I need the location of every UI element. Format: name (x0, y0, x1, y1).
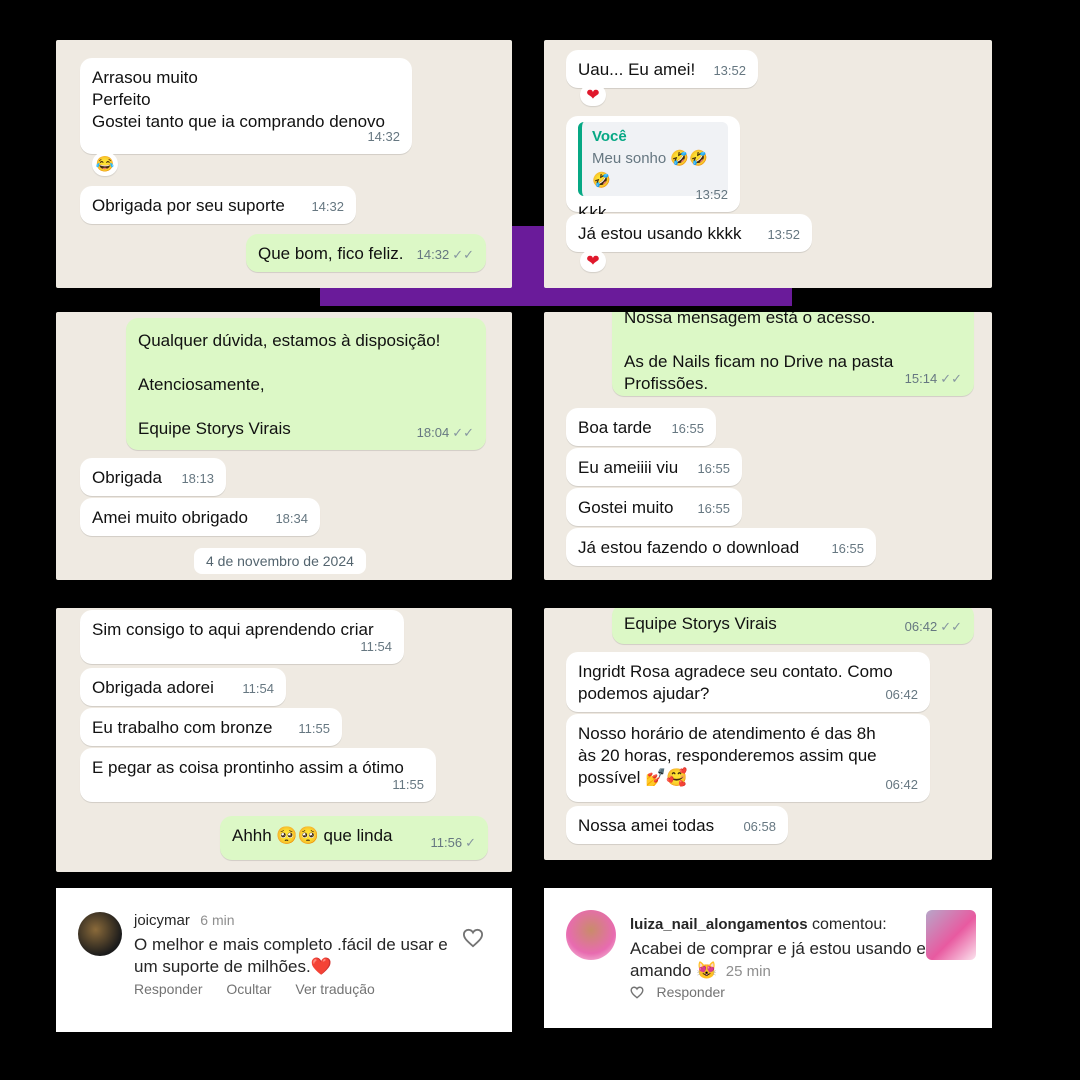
comment-time: 6 min (200, 912, 235, 928)
avatar[interactable] (78, 912, 122, 956)
message-time: 13:52 (767, 227, 800, 242)
double-check-icon: ✓✓ (940, 371, 962, 386)
message-time: 16:55 (831, 541, 864, 556)
double-check-icon: ✓✓ (452, 247, 474, 262)
chat-message: Gostei muito 16:55 (566, 488, 742, 526)
comment-actions: Responder (630, 984, 725, 1002)
comment-actions: Responder Ocultar Ver tradução (134, 981, 395, 997)
chat-message: Já estou fazendo o download 16:55 (566, 528, 876, 566)
chat-panel-2: Uau... Eu amei! 13:52 ❤ Você Meu sonho 🤣… (544, 40, 992, 288)
chat-message: Boa tarde 16:55 (566, 408, 716, 446)
chat-message: Você Meu sonho 🤣🤣🤣 Kkk 13:52 (566, 116, 740, 222)
chat-message: Nosso horário de atendimento é das 8h às… (566, 714, 930, 802)
message-time: 06:42 (885, 777, 918, 792)
chat-message: Arrasou muito Perfeito Gostei tanto que … (80, 58, 412, 154)
comment-verb: comentou: (812, 916, 887, 933)
comment-card-1: joicymar 6 min O melhor e mais completo … (56, 888, 512, 1032)
message-time: 14:32 (311, 199, 344, 214)
message-time: 15:14 (904, 371, 938, 386)
laugh-reaction-icon: 😂 (92, 152, 118, 176)
chat-panel-6: Equipe Storys Virais 06:42 ✓✓ Ingridt Ros… (544, 608, 992, 860)
chat-panel-3: Qualquer dúvida, estamos à disposição! A… (56, 312, 512, 580)
message-time: 06:42 (904, 619, 938, 634)
avatar[interactable] (566, 910, 616, 960)
comment-text: O melhor e mais completo .fácil de usar … (134, 935, 448, 976)
chat-panel-5: Sim consigo to aqui aprendendo criar 11:… (56, 608, 512, 872)
message-time: 11:56 (430, 835, 463, 850)
check-icon: ✓ (465, 835, 476, 850)
message-text: Arrasou muito Perfeito Gostei tanto que … (92, 68, 385, 131)
hide-link[interactable]: Ocultar (226, 981, 271, 997)
reply-link[interactable]: Responder (134, 981, 203, 997)
chat-message: Obrigada por seu suporte 14:32 (80, 186, 356, 224)
chat-message: Que bom, fico feliz. 14:32 ✓✓ (246, 234, 486, 272)
comment-text: Acabei de comprar e já estou usando e am… (630, 939, 926, 980)
comment-time: 25 min (725, 963, 771, 980)
message-text: E pegar as coisa prontinho assim a ótimo (92, 758, 404, 777)
chat-message: Sim consigo to aqui aprendendo criar 11:… (80, 610, 404, 664)
chat-message: Nossa mensagem está o acesso. As de Nail… (612, 312, 974, 396)
chat-panel-4: Nossa mensagem está o acesso. As de Nail… (544, 312, 992, 580)
chat-message: Ingridt Rosa agradece seu contato. Como … (566, 652, 930, 712)
chat-message: Obrigada adorei 11:54 (80, 668, 286, 706)
comment-username[interactable]: joicymar (134, 912, 190, 929)
message-time: 11:55 (392, 777, 424, 792)
message-text: Sim consigo to aqui aprendendo criar (92, 620, 374, 639)
chat-message: Eu ameiiii viu 16:55 (566, 448, 742, 486)
see-translation-link[interactable]: Ver tradução (295, 981, 374, 997)
message-time: 16:55 (697, 461, 730, 476)
message-time: 14:32 (367, 129, 400, 144)
date-separator: 4 de novembro de 2024 (194, 548, 366, 574)
comment-card-2: luiza_nail_alongamentos comentou: Acabei… (544, 888, 992, 1028)
message-time: 06:42 (885, 687, 918, 702)
chat-message: Equipe Storys Virais 06:42 ✓✓ (612, 608, 974, 644)
comment-username[interactable]: luiza_nail_alongamentos (630, 916, 808, 933)
message-time: 18:04 (416, 425, 450, 440)
chat-message: Qualquer dúvida, estamos à disposição! A… (126, 318, 486, 450)
chat-message: Ahhh 🥺🥺 que linda 11:56 ✓ (220, 816, 488, 860)
message-time: 18:34 (275, 511, 308, 526)
heart-like-icon[interactable] (630, 986, 644, 999)
double-check-icon: ✓✓ (452, 425, 474, 440)
message-time: 13:52 (713, 63, 746, 78)
chat-panel-1: Arrasou muito Perfeito Gostei tanto que … (56, 40, 512, 288)
chat-message: Nossa amei todas 06:58 (566, 806, 788, 844)
reply-link[interactable]: Responder (656, 984, 725, 1000)
heart-like-icon[interactable] (462, 928, 484, 948)
message-time: 13:52 (695, 187, 728, 202)
message-text: Nosso horário de atendimento é das 8h às… (578, 724, 877, 787)
message-text: Já estou fazendo o download (578, 538, 800, 557)
message-time: 06:58 (743, 819, 776, 834)
message-time: 16:55 (697, 501, 730, 516)
message-text: Eu trabalho com bronze (92, 718, 273, 737)
chat-message: Já estou usando kkkk 13:52 (566, 214, 812, 252)
message-time: 11:55 (298, 721, 330, 736)
message-text: Ingridt Rosa agradece seu contato. Como … (578, 662, 893, 703)
heart-reaction-icon: ❤ (580, 84, 606, 106)
message-time: 11:54 (360, 639, 392, 654)
message-text: Obrigada por seu suporte (92, 196, 285, 215)
message-time: 14:32 (416, 247, 450, 262)
chat-message: E pegar as coisa prontinho assim a ótimo… (80, 748, 436, 802)
chat-message: Uau... Eu amei! 13:52 (566, 50, 758, 88)
post-thumbnail[interactable] (926, 910, 976, 960)
message-time: 18:13 (181, 471, 214, 486)
heart-reaction-icon: ❤ (580, 250, 606, 272)
chat-message: Eu trabalho com bronze 11:55 (80, 708, 342, 746)
message-time: 11:54 (242, 681, 274, 696)
chat-message: Obrigada 18:13 (80, 458, 226, 496)
quote-author: Você (592, 128, 627, 145)
chat-message: Amei muito obrigado 18:34 (80, 498, 320, 536)
double-check-icon: ✓✓ (940, 619, 962, 634)
message-time: 16:55 (671, 421, 704, 436)
